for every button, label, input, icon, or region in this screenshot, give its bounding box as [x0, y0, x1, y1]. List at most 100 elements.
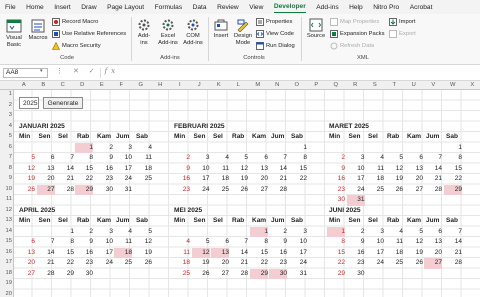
row-header[interactable]: 13	[0, 217, 12, 223]
calendar-day: 8	[70, 238, 74, 245]
day-header: Sel	[368, 133, 378, 140]
calendar-day: 17	[357, 175, 365, 182]
expansion-packs-button[interactable]: Expansion Packs	[330, 29, 384, 38]
calendar-day: 17	[105, 248, 113, 256]
menu-item[interactable]: View	[249, 4, 263, 11]
column-header[interactable]: G	[131, 82, 151, 88]
row-header[interactable]: 2	[0, 102, 12, 108]
column-header[interactable]: M	[248, 82, 268, 88]
calendar-day: 10	[357, 164, 365, 172]
calendar-day: 14	[279, 164, 287, 172]
menu-item[interactable]: Formulas	[155, 4, 182, 11]
menu-item[interactable]: File	[5, 4, 16, 11]
column-header[interactable]: P	[307, 82, 327, 88]
view-code-button[interactable]: View Code	[256, 29, 294, 38]
row-header[interactable]: 4	[0, 123, 12, 129]
design-mode-button[interactable]: Design Mode	[232, 18, 254, 47]
menu-item[interactable]: Developer	[273, 1, 306, 13]
column-header[interactable]: D	[73, 82, 93, 88]
column-header[interactable]: H	[151, 82, 171, 88]
calendar-day: 13	[27, 248, 35, 256]
column-header[interactable]: X	[463, 82, 480, 88]
menu-item[interactable]: Acrobat	[410, 4, 433, 11]
row-header[interactable]: 9	[0, 175, 12, 181]
chevron-down-icon[interactable]: ▾	[40, 68, 43, 74]
com-addins-button[interactable]: COM Add-ins	[181, 18, 205, 47]
run-dialog-button[interactable]: Run Dialog	[256, 41, 295, 50]
row-header[interactable]: 1	[0, 91, 12, 97]
row-header[interactable]: 7	[0, 154, 12, 160]
column-header[interactable]: N	[268, 82, 288, 88]
formula-input[interactable]	[100, 68, 476, 78]
column-header[interactable]: K	[209, 82, 229, 88]
row-header[interactable]: 3	[0, 112, 12, 118]
column-header[interactable]: J	[190, 82, 210, 88]
row-header[interactable]: 11	[0, 196, 12, 202]
row-header[interactable]: 20	[0, 291, 12, 297]
row-header[interactable]: 8	[0, 165, 12, 171]
calendar-day: 1	[75, 142, 93, 153]
menu-item[interactable]: Nitro Pro	[373, 4, 399, 11]
column-header[interactable]: T	[385, 82, 405, 88]
row-header[interactable]: 16	[0, 249, 12, 255]
row-header[interactable]: 5	[0, 133, 12, 139]
calendar-day: 30	[337, 196, 345, 203]
column-header[interactable]: I	[170, 82, 190, 88]
menu-item[interactable]: Insert	[54, 4, 71, 11]
menu-item[interactable]: Data	[193, 4, 207, 11]
macros-button[interactable]: Macros	[27, 18, 49, 42]
row-header[interactable]: 17	[0, 259, 12, 265]
calendar-day: 14	[47, 248, 55, 256]
calendar-day: 7	[70, 154, 74, 161]
visual-basic-button[interactable]: Visual Basic	[3, 18, 25, 49]
use-relative-references-button[interactable]: Use Relative References	[52, 29, 126, 38]
properties-button[interactable]: Properties	[256, 17, 292, 26]
column-header[interactable]: V	[424, 82, 444, 88]
map-properties-button[interactable]: Map Properties	[330, 17, 379, 26]
column-header[interactable]: B	[34, 82, 54, 88]
row-header[interactable]: 6	[0, 144, 12, 150]
row-header[interactable]: 19	[0, 280, 12, 286]
column-header[interactable]: R	[346, 82, 366, 88]
record-macro-button[interactable]: Record Macro	[52, 17, 98, 26]
calendar-day: 8	[264, 238, 268, 245]
macro-security-button[interactable]: Macro Security	[52, 41, 101, 50]
menu-item[interactable]: Page Layout	[107, 4, 144, 11]
row-header[interactable]: 14	[0, 228, 12, 234]
year-input[interactable]: 2025	[19, 97, 39, 109]
row-header[interactable]: 15	[0, 238, 12, 244]
export-button[interactable]: Export	[389, 29, 416, 38]
excel-addins-button[interactable]: Excel Add-ins	[156, 18, 180, 47]
addins-button[interactable]: Add- ins	[134, 18, 154, 47]
menu-item[interactable]: Review	[217, 4, 239, 11]
day-header: Min	[174, 133, 186, 140]
column-header[interactable]: E	[92, 82, 112, 88]
column-header[interactable]: L	[229, 82, 249, 88]
calendar-day: 30	[269, 268, 287, 279]
column-header[interactable]: S	[365, 82, 385, 88]
menu-item[interactable]: Home	[26, 4, 44, 11]
column-header[interactable]: O	[287, 82, 307, 88]
column-header[interactable]: A	[14, 82, 34, 88]
calendar-day: 20	[434, 248, 442, 256]
column-header[interactable]: F	[112, 82, 132, 88]
formula-bar: AA8 ▾ ⋮ ✕ ✓ fx	[0, 65, 480, 81]
row-header[interactable]: 10	[0, 186, 12, 192]
menu-item[interactable]: Help	[349, 4, 363, 11]
column-header[interactable]: W	[443, 82, 463, 88]
calendar-day: 28	[434, 185, 442, 193]
column-header[interactable]: U	[404, 82, 424, 88]
column-header[interactable]: C	[53, 82, 73, 88]
refresh-data-button[interactable]: Refresh Data	[330, 41, 374, 50]
row-header[interactable]: 12	[0, 207, 12, 213]
import-button[interactable]: Import	[389, 17, 415, 26]
column-header[interactable]: Q	[326, 82, 346, 88]
menu-item[interactable]: Draw	[81, 4, 96, 11]
generate-button[interactable]: Genenrate	[43, 97, 83, 109]
insert-control-button[interactable]: Insert	[211, 18, 231, 40]
row-header[interactable]: 18	[0, 270, 12, 276]
source-button[interactable]: Source	[304, 18, 328, 40]
day-header: Kam	[97, 133, 112, 140]
menu-item[interactable]: Add-ins	[316, 4, 338, 11]
worksheet-grid[interactable]: 2025 Genenrate JANUARI 2025 Min Sen Sel Rab K…	[14, 90, 480, 297]
